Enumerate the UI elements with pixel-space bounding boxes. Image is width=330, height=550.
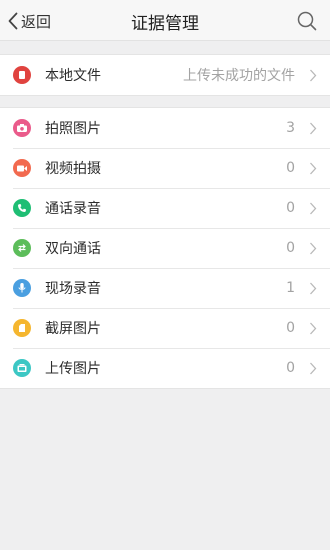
two-way-call-icon: [13, 239, 31, 257]
chevron-right-icon: [310, 202, 317, 215]
phone-icon: [13, 199, 31, 217]
list-item-count: 1: [286, 280, 295, 296]
list-item-label: 通话录音: [45, 201, 101, 217]
page-title: 证据管理: [131, 14, 199, 34]
list-item-screenshot[interactable]: 截屏图片 0: [0, 308, 330, 348]
list-item-count: 0: [286, 320, 295, 336]
list-item-label: 拍照图片: [45, 121, 101, 137]
list-item-label: 截屏图片: [45, 321, 101, 337]
list-item-count: 0: [286, 160, 295, 176]
camera-icon: [13, 119, 31, 137]
chevron-right-icon: [310, 362, 317, 375]
list-item-count: 0: [286, 360, 295, 376]
list-item-count: 3: [286, 120, 295, 136]
search-button[interactable]: [296, 10, 318, 32]
local-files-row[interactable]: 本地文件 上传未成功的文件: [0, 55, 330, 95]
chevron-right-icon: [310, 69, 317, 82]
list-item-live-recording[interactable]: 现场录音 1: [0, 268, 330, 308]
chevron-right-icon: [310, 242, 317, 255]
screenshot-icon: [13, 319, 31, 337]
title-bar: 返回 证据管理: [0, 0, 330, 41]
list-item-upload-image[interactable]: 上传图片 0: [0, 348, 330, 388]
upload-image-icon: [13, 359, 31, 377]
local-files-section: 本地文件 上传未成功的文件: [0, 54, 330, 96]
list-item-call-recording[interactable]: 通话录音 0: [0, 188, 330, 228]
list-item-label: 上传图片: [45, 361, 101, 377]
list-item-video[interactable]: 视频拍摄 0: [0, 148, 330, 188]
chevron-right-icon: [310, 162, 317, 175]
list-item-count: 0: [286, 200, 295, 216]
evidence-list: 拍照图片 3 视频拍摄 0 通话录音 0 双向通话 0 现场录音 1 截屏图片 …: [0, 107, 330, 389]
list-item-photo[interactable]: 拍照图片 3: [0, 108, 330, 148]
local-file-icon: [13, 66, 31, 84]
list-item-label: 视频拍摄: [45, 161, 101, 177]
list-item-two-way-call[interactable]: 双向通话 0: [0, 228, 330, 268]
list-item-label: 现场录音: [45, 281, 101, 297]
list-item-label: 双向通话: [45, 241, 101, 257]
search-icon: [297, 11, 317, 31]
local-files-label: 本地文件: [45, 68, 101, 84]
list-item-count: 0: [286, 240, 295, 256]
local-files-status: 上传未成功的文件: [183, 68, 295, 84]
chevron-right-icon: [310, 322, 317, 335]
microphone-icon: [13, 279, 31, 297]
chevron-right-icon: [310, 122, 317, 135]
chevron-right-icon: [310, 282, 317, 295]
video-icon: [13, 159, 31, 177]
